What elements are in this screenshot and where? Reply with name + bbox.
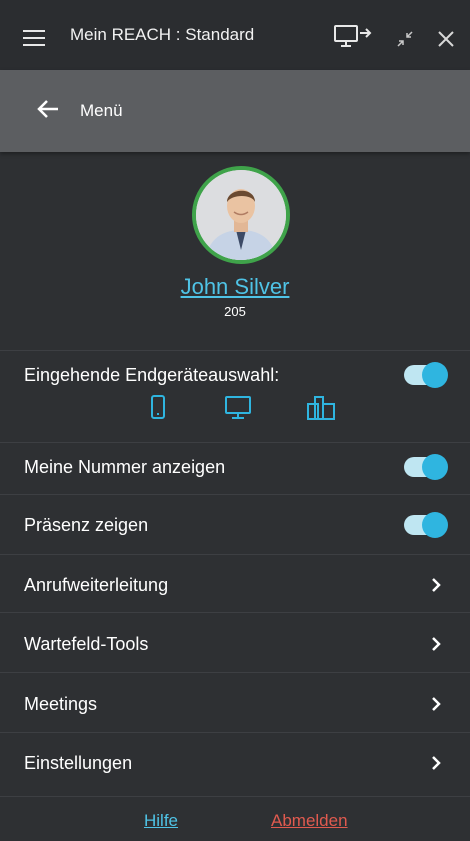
back-arrow-icon[interactable] <box>36 98 60 120</box>
show-presence-label: Präsenz zeigen <box>24 515 149 535</box>
avatar[interactable] <box>192 166 290 264</box>
nav-item-queue-tools[interactable]: Wartefeld-Tools <box>0 612 470 673</box>
incoming-device-row: Eingehende Endgeräteauswahl: <box>0 350 470 443</box>
close-icon[interactable] <box>436 29 456 49</box>
nav-item-label: Wartefeld-Tools <box>24 634 149 654</box>
window-title: Mein REACH : Standard <box>70 25 255 44</box>
hamburger-menu-icon[interactable] <box>23 30 45 46</box>
incoming-device-toggle[interactable] <box>404 362 448 388</box>
title-bar: Mein REACH : Standard <box>0 0 470 71</box>
nav-item-label: Anrufweiterleitung <box>24 575 169 595</box>
chevron-right-icon <box>432 756 441 770</box>
desktop-icon[interactable] <box>224 395 252 421</box>
screen-share-icon[interactable] <box>333 24 373 50</box>
minimize-icon[interactable] <box>396 30 414 48</box>
nav-item-call-forwarding[interactable]: Anrufweiterleitung <box>0 554 470 613</box>
show-presence-row: Präsenz zeigen <box>0 494 470 555</box>
incoming-device-label: Eingehende Endgeräteauswahl: <box>24 365 280 385</box>
menu-header: Menü <box>0 70 470 152</box>
logout-link[interactable]: Abmelden <box>271 811 348 831</box>
profile-section: John Silver 205 <box>0 152 470 350</box>
mobile-phone-icon[interactable] <box>150 395 166 419</box>
nav-item-label: Meetings <box>24 694 98 714</box>
show-number-label: Meine Nummer anzeigen <box>24 457 226 477</box>
chevron-right-icon <box>432 637 441 651</box>
menu-title: Menü <box>80 101 123 120</box>
show-presence-toggle[interactable] <box>404 512 448 538</box>
footer: Hilfe Abmelden <box>0 796 470 841</box>
show-number-toggle[interactable] <box>404 454 448 480</box>
nav-item-settings[interactable]: Einstellungen <box>0 732 470 797</box>
user-name-link[interactable]: John Silver <box>0 274 470 300</box>
nav-item-label: Einstellungen <box>24 753 133 773</box>
user-extension: 205 <box>224 304 246 319</box>
help-link[interactable]: Hilfe <box>144 811 178 831</box>
show-number-row: Meine Nummer anzeigen <box>0 442 470 495</box>
nav-item-meetings[interactable]: Meetings <box>0 672 470 733</box>
multi-device-icon[interactable] <box>306 395 336 421</box>
device-options <box>0 395 470 425</box>
chevron-right-icon <box>432 578 441 592</box>
chevron-right-icon <box>432 697 441 711</box>
user-photo-icon <box>196 170 286 260</box>
